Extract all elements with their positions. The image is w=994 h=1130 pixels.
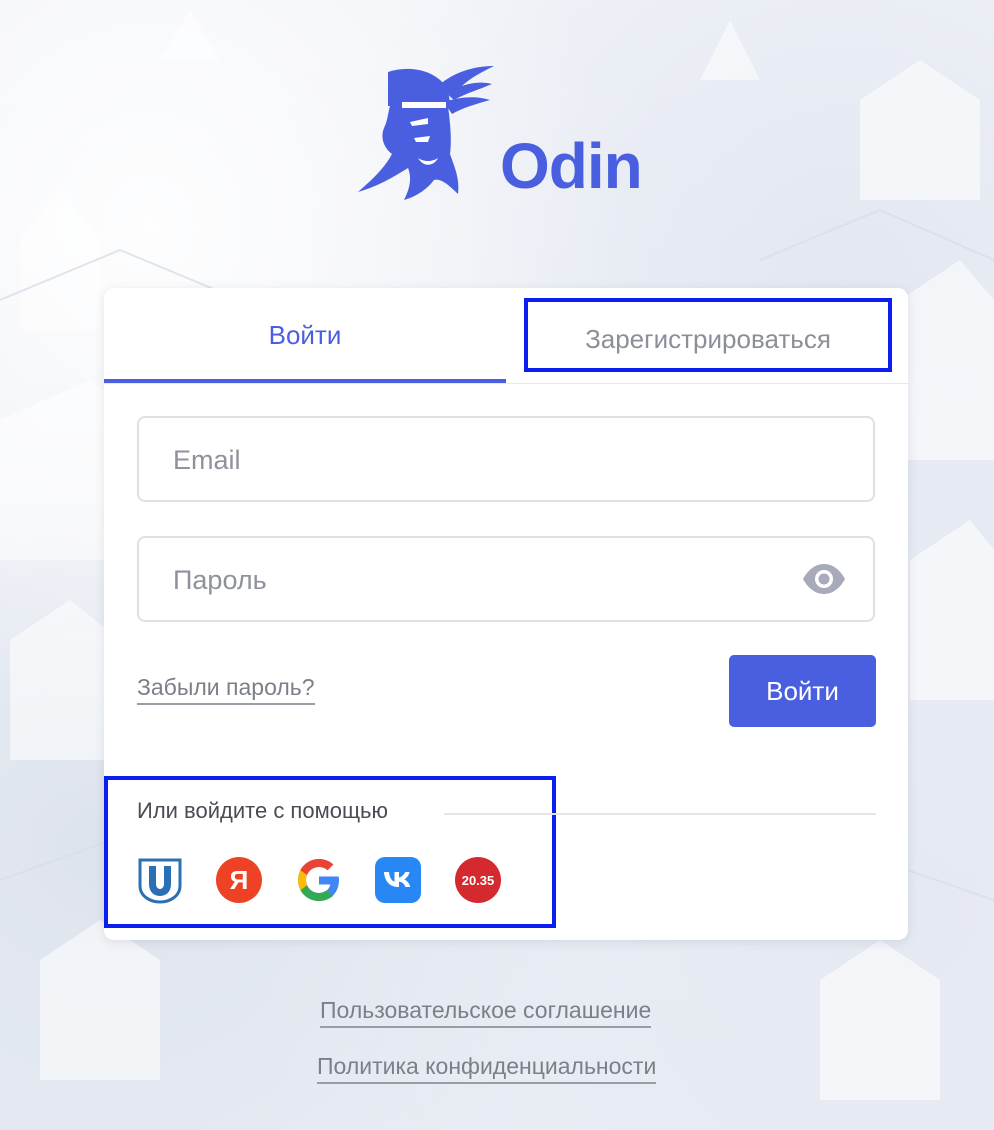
forgot-password-link[interactable]: Забыли пароль? — [137, 674, 315, 705]
tab-register[interactable]: Зарегистрироваться — [524, 298, 892, 372]
vk-icon[interactable] — [374, 856, 422, 904]
brand-name: Odin — [500, 130, 643, 202]
google-icon[interactable] — [295, 856, 343, 904]
divider — [444, 813, 876, 815]
password-field[interactable] — [137, 536, 875, 622]
eye-icon[interactable] — [801, 562, 847, 596]
svg-text:20.35: 20.35 — [462, 873, 495, 888]
social-login-label: Или войдите с помощью — [137, 798, 401, 824]
2035-icon[interactable]: 20.35 — [454, 856, 502, 904]
terms-link[interactable]: Пользовательское соглашение — [320, 997, 652, 1028]
tab-login[interactable]: Войти — [104, 288, 506, 383]
auth-tabs: Войти Зарегистрироваться — [104, 288, 908, 384]
yandex-icon[interactable]: Я — [215, 856, 263, 904]
viking-head-icon — [358, 66, 494, 200]
email-field[interactable] — [137, 416, 875, 502]
brand-logo: Odin — [358, 62, 668, 207]
privacy-link[interactable]: Политика конфиденциальности — [317, 1053, 657, 1084]
university-icon[interactable] — [136, 856, 184, 904]
login-button[interactable]: Войти — [729, 655, 876, 727]
auth-card: Войти Зарегистрироваться Забыли пароль? … — [104, 288, 908, 940]
svg-text:Я: Я — [230, 865, 249, 895]
password-input[interactable] — [171, 538, 775, 622]
email-input[interactable] — [171, 418, 775, 502]
